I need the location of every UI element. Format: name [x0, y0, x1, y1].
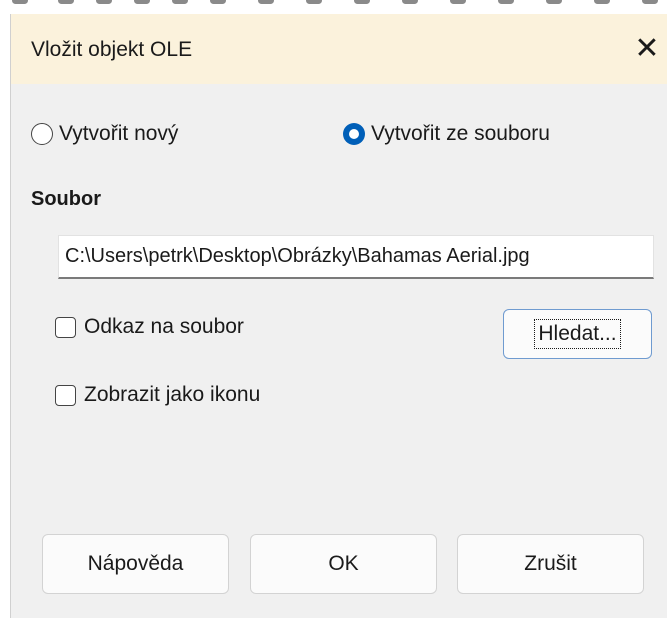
display-as-icon-label: Zobrazit jako ikonu [84, 383, 261, 406]
display-as-icon-checkbox[interactable]: Zobrazit jako ikonu [55, 380, 260, 410]
cancel-button[interactable]: Zrušit [457, 534, 644, 594]
ok-button[interactable]: OK [250, 534, 437, 594]
file-path-field[interactable]: C:\Users\petrk\Desktop\Obrázky\Bahamas A… [58, 235, 654, 279]
radio-create-new-label: Vytvořit nový [59, 122, 179, 145]
background-window-edge [0, 0, 667, 14]
dialog-titlebar: Vložit objekt OLE ✕ [11, 14, 667, 84]
link-to-file-label: Odkaz na soubor [84, 315, 244, 338]
link-to-file-checkbox[interactable]: Odkaz na soubor [55, 312, 244, 342]
file-section-label: Soubor [31, 188, 101, 210]
browse-button-label: Hledat... [534, 319, 621, 349]
radio-selected-icon[interactable] [343, 123, 365, 145]
radio-create-from-file[interactable]: Vytvořit ze souboru [343, 118, 550, 150]
insert-ole-object-dialog: Vložit objekt OLE ✕ Vytvořit nový Vytvoř… [10, 14, 667, 618]
radio-create-from-file-label: Vytvořit ze souboru [371, 122, 550, 145]
radio-create-new[interactable]: Vytvořit nový [31, 118, 178, 150]
browse-button[interactable]: Hledat... [503, 309, 652, 359]
radio-unselected-icon[interactable] [31, 123, 53, 145]
checkbox-box[interactable] [55, 384, 76, 406]
close-icon[interactable]: ✕ [628, 28, 666, 68]
checkbox-box[interactable] [55, 316, 76, 338]
dialog-title: Vložit objekt OLE [31, 38, 193, 61]
help-button[interactable]: Nápověda [42, 534, 229, 594]
